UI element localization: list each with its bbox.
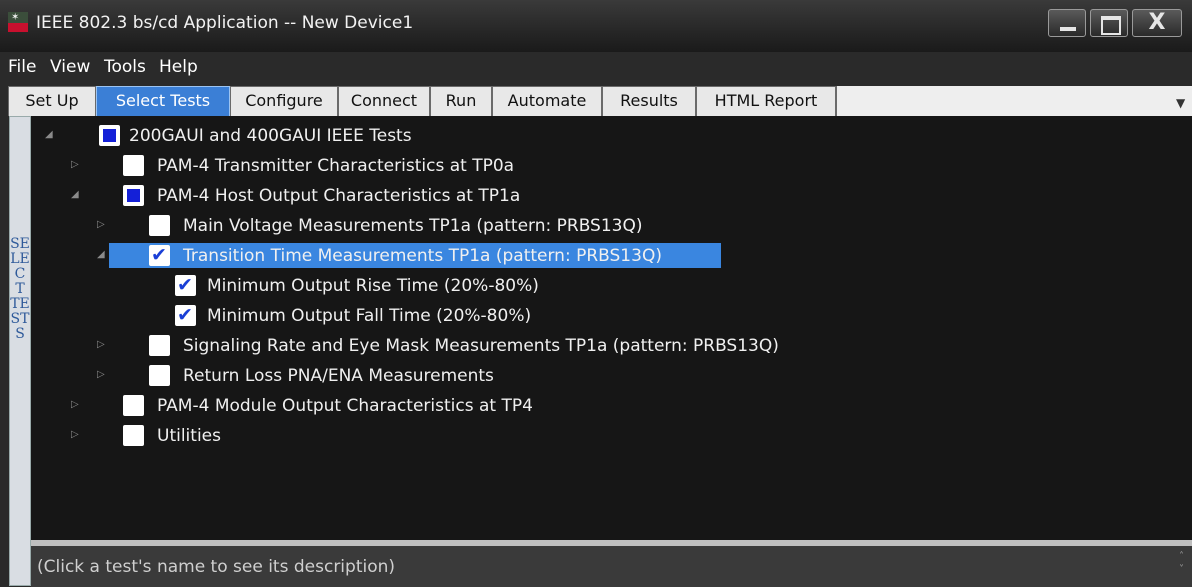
checkbox-checked[interactable]: ✔ bbox=[149, 244, 170, 266]
application-window: ✶ IEEE 802.3 bs/cd Application -- New De… bbox=[0, 0, 1192, 587]
checkmark-icon: ✔ bbox=[151, 244, 167, 266]
minimize-button[interactable] bbox=[1048, 9, 1086, 37]
checkbox-unchecked[interactable] bbox=[123, 425, 144, 446]
expand-arrow-icon[interactable]: ▷ bbox=[97, 369, 105, 381]
tab-run[interactable]: Run bbox=[430, 86, 492, 116]
checkbox-unchecked[interactable] bbox=[149, 335, 170, 356]
close-icon: X bbox=[1148, 10, 1166, 35]
tab-configure[interactable]: Configure bbox=[230, 86, 338, 116]
menu-tools[interactable]: Tools bbox=[104, 56, 146, 78]
tree-item[interactable]: ✔ Minimum Output Rise Time (20%-80%) bbox=[31, 272, 1181, 300]
tree-item-label[interactable]: PAM-4 Module Output Characteristics at T… bbox=[157, 395, 533, 417]
expand-arrow-icon[interactable]: ▷ bbox=[71, 429, 79, 441]
checkbox-unchecked[interactable] bbox=[123, 395, 144, 416]
tab-automate[interactable]: Automate bbox=[492, 86, 602, 116]
tree-item[interactable]: ▷ Main Voltage Measurements TP1a (patter… bbox=[31, 212, 1181, 240]
checkbox-unchecked[interactable] bbox=[149, 365, 170, 386]
tree-item[interactable]: ▷ Signaling Rate and Eye Mask Measuremen… bbox=[31, 332, 1181, 360]
tab-overflow-dropdown[interactable]: ▼ bbox=[1176, 96, 1185, 110]
collapse-arrow-icon[interactable]: ◢ bbox=[97, 249, 105, 261]
tab-results[interactable]: Results bbox=[602, 86, 696, 116]
title-bar: ✶ IEEE 802.3 bs/cd Application -- New De… bbox=[0, 0, 1192, 52]
collapse-arrow-icon[interactable]: ◢ bbox=[45, 129, 53, 141]
app-icon: ✶ bbox=[8, 12, 28, 32]
description-panel: (Click a test's name to see its descript… bbox=[31, 546, 1192, 587]
expand-arrow-icon[interactable]: ▷ bbox=[97, 219, 105, 231]
description-text: (Click a test's name to see its descript… bbox=[37, 557, 396, 577]
tree-item[interactable]: ✔ Minimum Output Fall Time (20%-80%) bbox=[31, 302, 1181, 330]
minimize-icon bbox=[1060, 27, 1076, 31]
tree-item[interactable]: ◢ PAM-4 Host Output Characteristics at T… bbox=[31, 182, 1181, 210]
tab-strip-fill bbox=[836, 86, 1192, 116]
tab-select-tests[interactable]: Select Tests bbox=[96, 86, 230, 116]
tree-item[interactable]: ▷ PAM-4 Transmitter Characteristics at T… bbox=[31, 152, 1181, 180]
tab-set-up[interactable]: Set Up bbox=[8, 86, 96, 116]
tab-html-report[interactable]: HTML Report bbox=[696, 86, 836, 116]
window-title: IEEE 802.3 bs/cd Application -- New Devi… bbox=[36, 13, 414, 33]
tree-item-label[interactable]: Main Voltage Measurements TP1a (pattern:… bbox=[183, 215, 643, 237]
expand-arrow-icon[interactable]: ▷ bbox=[97, 339, 105, 351]
checkmark-icon: ✔ bbox=[177, 274, 193, 296]
checkmark-icon: ✔ bbox=[177, 304, 193, 326]
chevron-down-icon: ▼ bbox=[1176, 96, 1186, 110]
tree-item-label[interactable]: PAM-4 Host Output Characteristics at TP1… bbox=[157, 185, 520, 207]
checkbox-partial[interactable] bbox=[99, 125, 120, 146]
tree-item-label[interactable]: Utilities bbox=[157, 425, 221, 447]
description-scrollbar[interactable]: ˄ ˅ bbox=[1179, 550, 1184, 576]
test-tree: ◢ 200GAUI and 400GAUI IEEE Tests ▷ PAM-4… bbox=[31, 116, 1192, 540]
tree-item-label[interactable]: PAM-4 Transmitter Characteristics at TP0… bbox=[157, 155, 514, 177]
checkbox-unchecked[interactable] bbox=[123, 155, 144, 176]
checkbox-unchecked[interactable] bbox=[149, 215, 170, 236]
menu-help[interactable]: Help bbox=[159, 56, 198, 78]
tree-item-label[interactable]: Minimum Output Rise Time (20%-80%) bbox=[207, 275, 539, 297]
close-button[interactable]: X bbox=[1132, 9, 1182, 37]
tree-item-label[interactable]: Return Loss PNA/ENA Measurements bbox=[183, 365, 494, 387]
collapse-arrow-icon[interactable]: ◢ bbox=[71, 189, 79, 201]
tab-bar: Set Up Select Tests Configure Connect Ru… bbox=[0, 82, 1192, 116]
tree-item-label[interactable]: Transition Time Measurements TP1a (patte… bbox=[183, 245, 662, 267]
checkbox-checked[interactable]: ✔ bbox=[175, 304, 196, 326]
tree-item-selected[interactable]: ◢ ✔ Transition Time Measurements TP1a (p… bbox=[31, 242, 1181, 270]
tree-item-label[interactable]: 200GAUI and 400GAUI IEEE Tests bbox=[129, 125, 412, 147]
tree-item[interactable]: ▷ PAM-4 Module Output Characteristics at… bbox=[31, 392, 1181, 420]
menu-bar: File View Tools Help bbox=[0, 52, 1192, 82]
checkbox-checked[interactable]: ✔ bbox=[175, 274, 196, 296]
menu-file[interactable]: File bbox=[8, 56, 36, 78]
tree-item-label[interactable]: Minimum Output Fall Time (20%-80%) bbox=[207, 305, 531, 327]
expand-arrow-icon[interactable]: ▷ bbox=[71, 399, 79, 411]
side-panel-label: SELECT TESTS bbox=[9, 116, 31, 586]
tree-item-label[interactable]: Signaling Rate and Eye Mask Measurements… bbox=[183, 335, 779, 357]
menu-view[interactable]: View bbox=[50, 56, 90, 78]
tree-item[interactable]: ▷ Return Loss PNA/ENA Measurements bbox=[31, 362, 1181, 390]
tree-item[interactable]: ▷ Utilities bbox=[31, 422, 1181, 450]
tab-connect[interactable]: Connect bbox=[338, 86, 430, 116]
tree-item[interactable]: ◢ 200GAUI and 400GAUI IEEE Tests bbox=[31, 122, 1181, 150]
expand-arrow-icon[interactable]: ▷ bbox=[71, 159, 79, 171]
maximize-button[interactable] bbox=[1090, 9, 1128, 37]
side-label-text: SELECT TESTS bbox=[10, 236, 30, 342]
maximize-icon bbox=[1101, 16, 1121, 35]
checkbox-partial[interactable] bbox=[123, 185, 144, 206]
